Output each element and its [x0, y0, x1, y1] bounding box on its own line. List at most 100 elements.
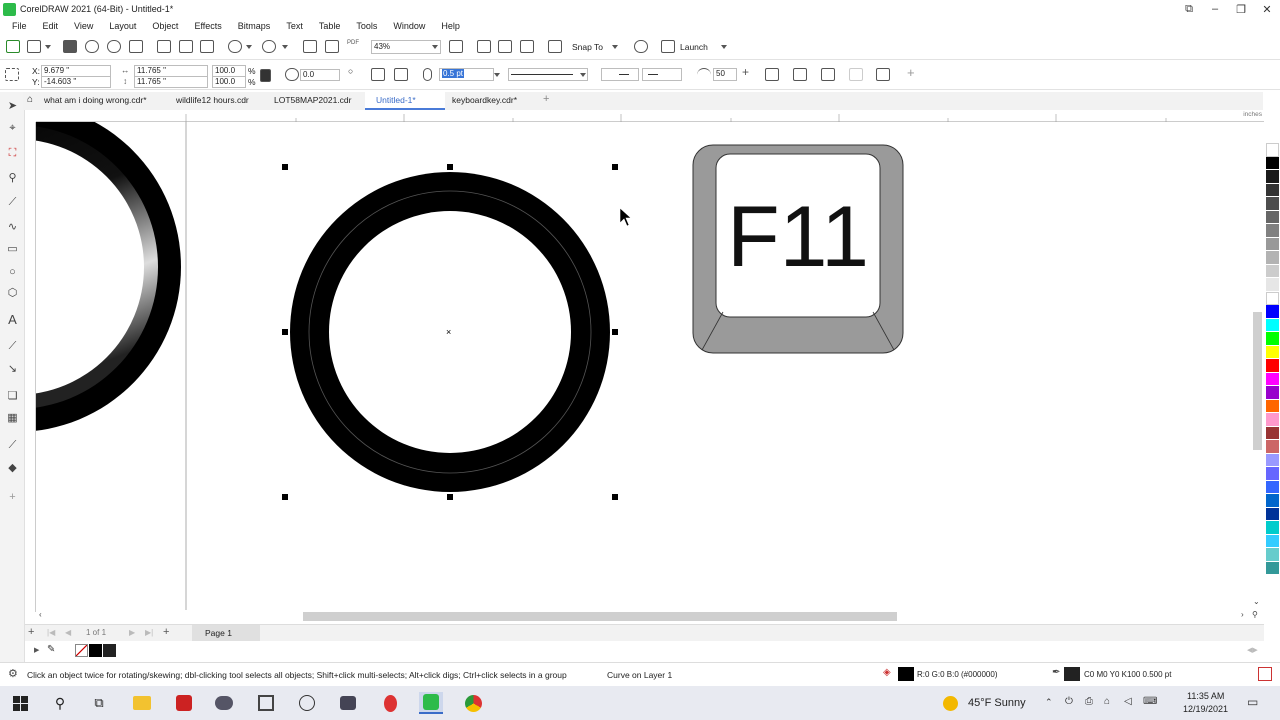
text-tool-icon[interactable]: A	[5, 312, 20, 327]
tray-chevron-icon[interactable]: ⌃	[1045, 697, 1053, 708]
cut-icon[interactable]	[157, 40, 171, 53]
connector-tool-icon[interactable]: ↘	[5, 361, 20, 376]
menu-edit[interactable]: Edit	[43, 21, 59, 31]
palette-swatch[interactable]	[1266, 183, 1279, 197]
palette-swatch[interactable]	[1266, 534, 1279, 548]
app-corel-connect-icon[interactable]	[336, 692, 360, 714]
end-arrowhead-select[interactable]	[642, 68, 682, 81]
smoothness-input[interactable]: 50	[713, 68, 737, 81]
palette-swatch[interactable]	[1266, 170, 1279, 184]
palette-swatch[interactable]	[1266, 453, 1279, 467]
save-icon[interactable]	[63, 40, 77, 53]
menu-window[interactable]: Window	[393, 21, 425, 31]
scroll-left-icon[interactable]: ‹	[39, 610, 42, 619]
palette-swatch[interactable]	[1266, 264, 1279, 278]
horizontal-scrollbar[interactable]: ‹ › ⚲	[36, 610, 1264, 623]
show-grid-icon[interactable]	[498, 40, 512, 53]
line-style-select[interactable]	[508, 68, 588, 81]
snap-to-label[interactable]: Snap To	[572, 42, 603, 52]
menu-table[interactable]: Table	[319, 21, 341, 31]
show-guidelines-icon[interactable]	[520, 40, 534, 53]
align-nodes-icon[interactable]	[876, 68, 890, 81]
scroll-down-icon[interactable]: ⌄	[1253, 597, 1260, 606]
menu-object[interactable]: Object	[152, 21, 178, 31]
launch-icon[interactable]	[661, 40, 675, 53]
weather-sun-icon[interactable]	[943, 696, 958, 711]
docpal-scroll-icon[interactable]: ◀▶	[1247, 646, 1258, 654]
mirror-horizontal-icon[interactable]	[371, 68, 385, 81]
menu-tools[interactable]: Tools	[356, 21, 377, 31]
palette-swatch[interactable]	[1266, 237, 1279, 251]
app-paint-icon[interactable]	[295, 692, 319, 714]
add-page-before-icon[interactable]: +	[28, 626, 34, 638]
fill-bucket-icon[interactable]: ◈	[883, 667, 891, 678]
palette-swatch[interactable]	[1266, 143, 1279, 157]
coreldraw-taskbar-icon[interactable]	[419, 692, 443, 714]
palette-swatch[interactable]	[1266, 440, 1279, 454]
palette-swatch[interactable]	[1266, 318, 1279, 332]
transparency-tool-icon[interactable]: ▦	[5, 410, 20, 425]
palette-swatch[interactable]	[1266, 494, 1279, 508]
interactive-fill-icon[interactable]: ◆	[5, 460, 20, 475]
clock-date[interactable]: 12/19/2021	[1183, 704, 1228, 714]
drawing-canvas[interactable]: × F11	[36, 122, 1254, 610]
menu-layout[interactable]: Layout	[109, 21, 136, 31]
shape-tool-icon[interactable]: ⌖	[5, 121, 20, 136]
outline-width-dropdown-icon[interactable]	[494, 73, 500, 77]
redo-icon[interactable]	[262, 40, 276, 53]
zoom-level-input[interactable]: 43%	[371, 40, 441, 54]
ellipse-tool-icon[interactable]: ○	[5, 264, 20, 279]
welcome-home-icon[interactable]: ⌂	[27, 94, 33, 105]
crop-tool-icon[interactable]: ⛶	[5, 146, 20, 161]
doc-tab-what-am-i-doing-wrong[interactable]: what am i doing wrong.cdr*	[44, 95, 147, 105]
palette-swatch[interactable]	[1266, 386, 1279, 400]
docpal-eyedropper-icon[interactable]: ✎	[47, 644, 55, 655]
palette-swatch[interactable]	[1266, 224, 1279, 238]
publish-pdf-icon[interactable]: PDF	[347, 40, 359, 46]
drop-shadow-tool-icon[interactable]: ❏	[5, 388, 20, 403]
weather-text[interactable]: 45°F Sunny	[968, 697, 1026, 709]
color-proof-icon[interactable]	[1258, 667, 1272, 681]
no-color-swatch[interactable]	[75, 644, 88, 657]
show-rulers-icon[interactable]	[477, 40, 491, 53]
app-red-icon[interactable]	[172, 692, 196, 714]
task-view-icon[interactable]: ⧉	[87, 692, 111, 714]
tray-usb-icon[interactable]: ⏻	[1065, 696, 1073, 707]
app-cloud-icon[interactable]	[212, 692, 236, 714]
last-page-icon[interactable]: ▶|	[145, 628, 153, 637]
pick-tool-icon[interactable]: ➤	[5, 98, 20, 113]
doc-tab-untitled-1[interactable]: Untitled-1*	[376, 95, 416, 105]
close-button[interactable]: ✕	[1254, 0, 1280, 18]
full-screen-preview-icon[interactable]	[449, 40, 463, 53]
open-icon[interactable]	[27, 40, 41, 53]
search-icon[interactable]: ⚲	[48, 692, 72, 714]
help-window-icon[interactable]: ⧉	[1176, 0, 1202, 18]
palette-swatch[interactable]	[1266, 345, 1279, 359]
palette-swatch[interactable]	[1266, 359, 1279, 373]
add-page-after-icon[interactable]: +	[163, 626, 169, 638]
parallel-dimension-icon[interactable]: ⟋	[5, 339, 20, 354]
vertical-scrollbar[interactable]: ⌄	[1251, 122, 1263, 612]
line-style-dropdown-icon[interactable]	[580, 73, 586, 77]
palette-swatch[interactable]	[1266, 278, 1279, 292]
quick-customize-icon[interactable]: +	[5, 489, 20, 504]
palette-swatch[interactable]	[1266, 399, 1279, 413]
zoom-tool-icon[interactable]: ⚲	[5, 170, 20, 185]
first-page-icon[interactable]: |◀	[47, 628, 55, 637]
mirror-vertical-icon[interactable]	[394, 68, 408, 81]
reference-point-icon[interactable]	[5, 68, 19, 81]
fill-color-swatch[interactable]	[898, 667, 914, 681]
tray-keyboard-icon[interactable]: ⌨	[1143, 696, 1157, 707]
scroll-right-icon[interactable]: ›	[1241, 610, 1244, 619]
outline-width-input[interactable]: 0.5 pt	[439, 68, 494, 81]
doc-tab-wildlife12-hours[interactable]: wildlife12 hours.cdr	[176, 95, 249, 105]
vertical-ruler[interactable]	[25, 122, 36, 612]
tray-network-icon[interactable]: ⌂	[1104, 696, 1110, 707]
rotation-input[interactable]: 0.0	[300, 69, 340, 81]
height-input[interactable]: 11.765 "	[134, 76, 208, 88]
cloud-upload-icon[interactable]	[85, 40, 99, 53]
notifications-icon[interactable]: ▭	[1247, 695, 1258, 709]
status-settings-icon[interactable]: ⚙	[8, 667, 18, 680]
artistic-media-icon[interactable]: ∿	[5, 219, 20, 234]
menu-file[interactable]: File	[12, 21, 27, 31]
